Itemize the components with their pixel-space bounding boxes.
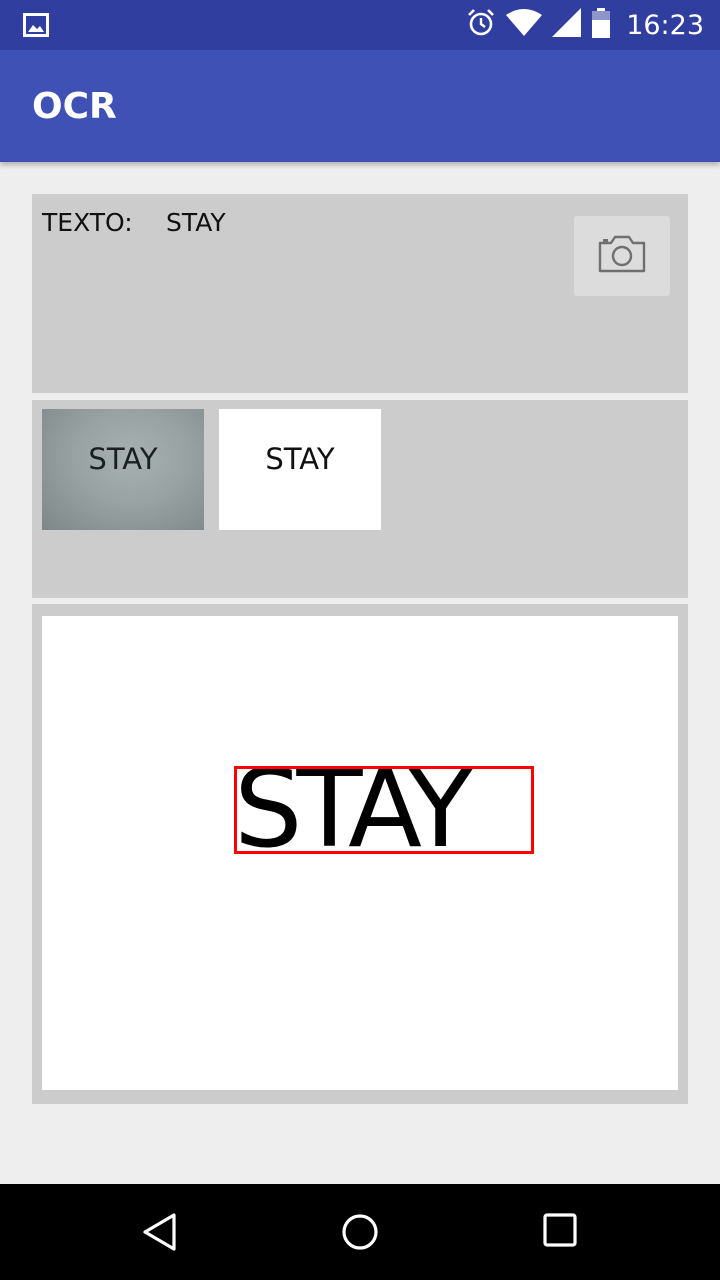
result-panel: TEXTO: STAY xyxy=(32,194,688,393)
thumbnails-panel: STAY STAY xyxy=(32,400,688,598)
recognized-text: STAY xyxy=(166,208,226,237)
detection-bounding-box xyxy=(234,766,534,854)
camera-icon xyxy=(597,234,647,278)
status-bar: 16:23 xyxy=(0,0,720,50)
texto-label: TEXTO: xyxy=(42,208,133,237)
processed-thumbnail-text: STAY xyxy=(265,441,335,476)
original-thumbnail[interactable]: STAY xyxy=(42,409,204,530)
battery-icon xyxy=(592,8,611,42)
clock: 16:23 xyxy=(626,9,704,41)
signal-icon xyxy=(552,8,582,42)
camera-button[interactable] xyxy=(574,216,670,296)
alarm-icon xyxy=(466,8,496,42)
recents-icon[interactable] xyxy=(542,1212,578,1252)
back-icon[interactable] xyxy=(140,1212,180,1256)
original-thumbnail-text: STAY xyxy=(88,441,158,476)
navigation-bar xyxy=(0,1184,720,1280)
app-title: OCR xyxy=(32,86,117,127)
image-notification-icon xyxy=(23,13,49,41)
app-bar: OCR xyxy=(0,50,720,162)
wifi-icon xyxy=(506,9,543,41)
home-icon[interactable] xyxy=(340,1212,380,1256)
processed-thumbnail[interactable]: STAY xyxy=(219,409,381,530)
detection-panel xyxy=(32,604,688,1104)
